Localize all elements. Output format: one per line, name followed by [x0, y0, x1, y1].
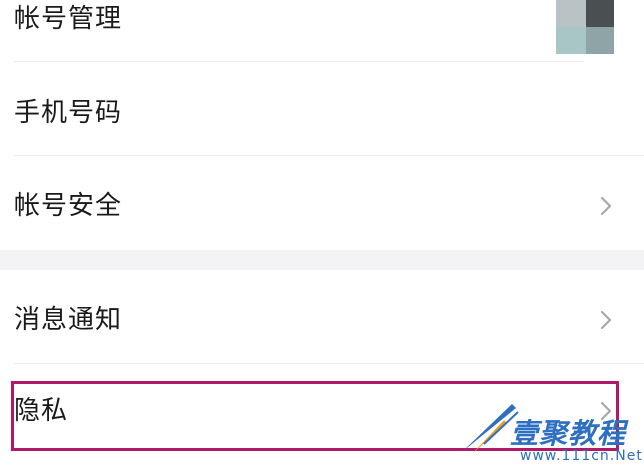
chevron-right-icon — [600, 310, 612, 330]
row-label-message-notifications: 消息通知 — [14, 305, 123, 335]
row-label-account-management: 帐号管理 — [14, 4, 123, 34]
watermark-brand: 壹聚教程 — [510, 417, 627, 450]
row-account-management[interactable]: 帐号管理 — [0, 0, 644, 62]
watermark-site: www.111cn.Net — [520, 448, 643, 464]
section-separator — [0, 250, 644, 270]
avatar-thumbnail — [556, 0, 614, 54]
chevron-right-icon — [600, 196, 612, 216]
row-label-phone-number: 手机号码 — [14, 98, 123, 128]
row-message-notifications[interactable]: 消息通知 — [0, 270, 644, 364]
row-label-account-security: 帐号安全 — [14, 191, 123, 221]
settings-page: 帐号管理 手机号码 帐号安全 消息通知 隐私 壹聚教程 www.111cn.Ne… — [0, 0, 644, 468]
row-phone-number[interactable]: 手机号码 — [0, 62, 644, 156]
avatar — [556, 0, 614, 54]
row-account-security[interactable]: 帐号安全 — [0, 156, 644, 250]
